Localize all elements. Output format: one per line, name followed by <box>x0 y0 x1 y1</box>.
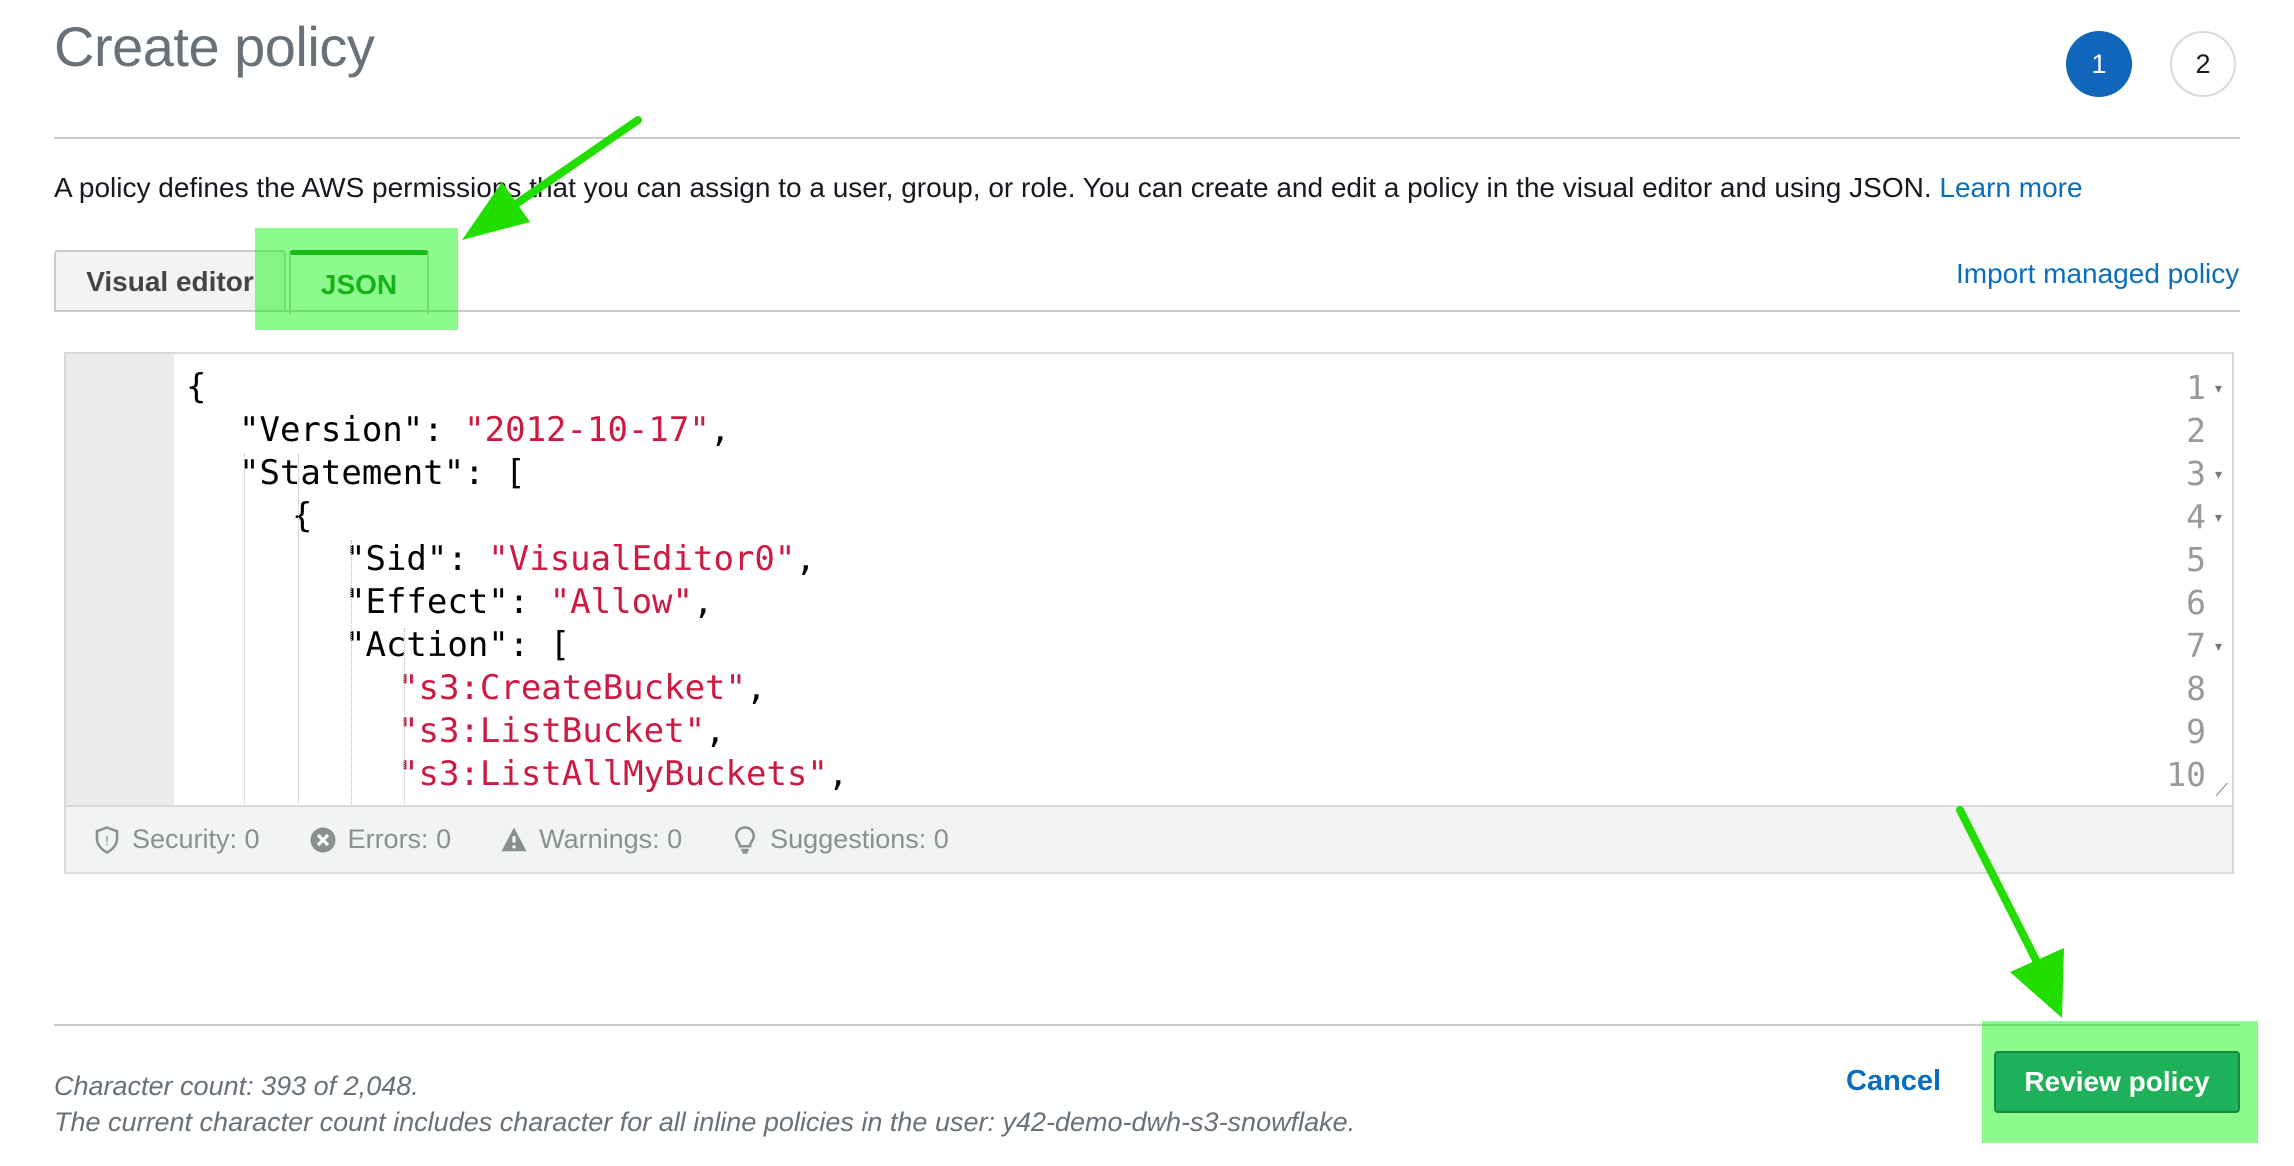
annotation-arrow-json-tab <box>462 116 642 240</box>
annotation-arrow-review-button <box>1956 806 2064 1018</box>
annotation-arrows <box>462 116 2064 1018</box>
